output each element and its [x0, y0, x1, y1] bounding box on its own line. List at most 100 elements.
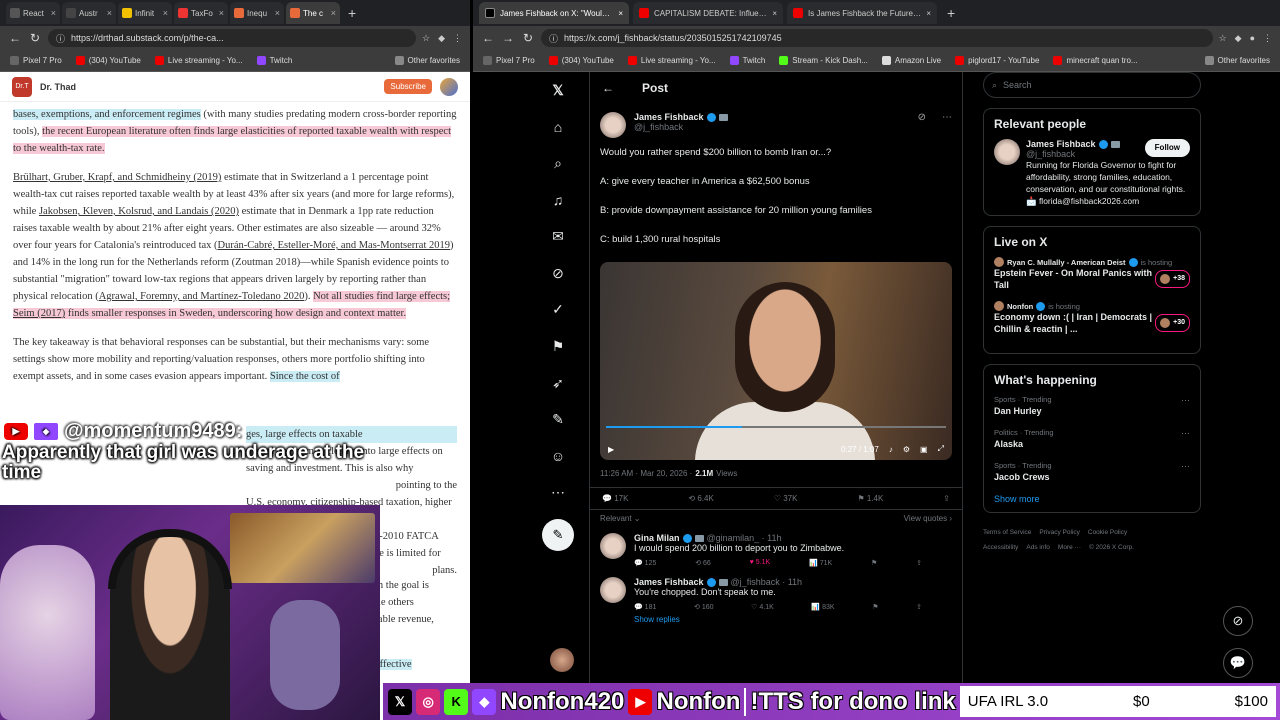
tab-infinit[interactable]: Infinit ×	[118, 2, 172, 24]
bookmark-kick[interactable]: Stream - Kick Dash...	[779, 56, 868, 65]
premium-icon[interactable]: ✓	[540, 292, 576, 329]
show-replies-link[interactable]: Show replies	[634, 615, 952, 624]
bookmark-pixel[interactable]: Pixel 7 Pro	[10, 56, 62, 65]
publication-logo[interactable]: Dr.T	[12, 76, 32, 97]
notifications-icon[interactable]: ♫	[540, 182, 576, 219]
grok-icon[interactable]: ⊘	[918, 112, 926, 123]
bookmark-live-streaming[interactable]: Live streaming - Yo...	[627, 56, 716, 65]
trend-item[interactable]: Politics · Trending Alaska ⋯	[994, 428, 1190, 449]
repost-count[interactable]: ⟲ 66	[695, 559, 711, 567]
more-options-icon[interactable]: ⋯	[942, 112, 952, 123]
views-count[interactable]: 📊 71K	[809, 559, 832, 567]
tab-fishback-future[interactable]: Is James Fishback the Future of th...×	[787, 2, 937, 24]
forward-icon[interactable]: →	[501, 31, 515, 45]
sort-replies-dropdown[interactable]: Relevant ⌄	[600, 514, 641, 523]
live-space-item[interactable]: Ryan C. Mullally - American Deist is host…	[994, 257, 1190, 291]
reply-count[interactable]: 💬 181	[634, 603, 656, 611]
home-icon[interactable]: ⌂	[540, 109, 576, 146]
bookmark-icon[interactable]: ⚑	[871, 559, 877, 567]
fullscreen-icon[interactable]: ⤢	[938, 444, 944, 454]
tab-react[interactable]: React ×	[6, 2, 60, 24]
close-icon[interactable]: ×	[219, 8, 224, 18]
bookmark-twitch[interactable]: Twitch	[729, 56, 765, 65]
views-count[interactable]: 📊 83K	[811, 603, 834, 611]
more-options-icon[interactable]: ⋯	[1181, 428, 1190, 439]
menu-icon[interactable]: ⋮	[453, 33, 462, 44]
tab-austr[interactable]: Austr ×	[62, 2, 116, 24]
share-icon[interactable]: ⇪	[916, 559, 922, 567]
play-icon[interactable]: ▶	[608, 445, 614, 454]
bookmark-pixel[interactable]: Pixel 7 Pro	[483, 56, 535, 65]
address-bar[interactable]: ⓘ https://drthad.substack.com/p/the-ca...	[48, 29, 416, 47]
reply-avatar[interactable]	[600, 577, 626, 603]
tab-taxfo[interactable]: TaxFo ×	[174, 2, 228, 24]
bookmark-button[interactable]: ⚑ 1.4K	[857, 494, 883, 503]
citation-link[interactable]: Brülhart, Gruber, Krapf, and Schmidheiny…	[13, 172, 221, 183]
bookmarks-icon[interactable]: ⚑	[540, 328, 576, 365]
profile-icon[interactable]: ☺	[540, 438, 576, 475]
more-options-icon[interactable]: ⋯	[1181, 395, 1190, 406]
like-count[interactable]: ♡ 4.1K	[751, 603, 774, 611]
bookmark-twitch[interactable]: Twitch	[256, 56, 292, 65]
explore-icon[interactable]: ⌕	[540, 145, 576, 182]
settings-icon[interactable]: ⚙	[903, 445, 910, 454]
close-icon[interactable]: ×	[163, 8, 168, 18]
x-logo-icon[interactable]: 𝕏	[540, 72, 576, 109]
address-bar[interactable]: ⓘ https://x.com/j_fishback/status/2035015…	[541, 29, 1213, 47]
bookmark-amazon-live[interactable]: Amazon Live	[881, 56, 941, 65]
repost-count[interactable]: ⟲ 160	[694, 603, 714, 611]
bookmark-piglord[interactable]: piglord17 - YouTube	[955, 56, 1039, 65]
close-icon[interactable]: ×	[331, 8, 336, 18]
account-avatar[interactable]	[550, 648, 574, 672]
share-icon[interactable]: ⇪	[916, 603, 922, 611]
citation-link[interactable]: Agrawal, Foremny, and Martínez-Toledano …	[99, 291, 305, 302]
back-icon[interactable]: ←	[8, 31, 22, 45]
back-arrow-icon[interactable]: ←	[602, 81, 614, 95]
menu-icon[interactable]: ⋮	[1263, 33, 1272, 44]
author-handle[interactable]: @j_fishback	[634, 122, 728, 132]
star-icon[interactable]: ☆	[1219, 33, 1227, 44]
close-icon[interactable]: ×	[926, 9, 931, 18]
citation-link[interactable]: Seim (2017)	[13, 308, 66, 319]
avatar[interactable]	[994, 139, 1020, 165]
back-icon[interactable]: ←	[481, 31, 495, 45]
reply-item[interactable]: James Fishback @j_fishback · 11h You're c…	[590, 571, 962, 624]
like-count[interactable]: ♥ 5.1K	[750, 559, 771, 567]
tab-the-case[interactable]: The c ×	[286, 2, 340, 24]
new-tab-icon[interactable]: +	[348, 5, 356, 21]
articles-icon[interactable]: ✎	[540, 401, 576, 438]
bookmark-icon[interactable]: ⚑	[872, 603, 878, 611]
extension-icon[interactable]: ◆	[1235, 33, 1242, 44]
tab-x-post[interactable]: James Fishback on X: "Would you ...×	[479, 2, 629, 24]
live-space-item[interactable]: Nonfon is hosting Economy down :( | Iran …	[994, 301, 1190, 335]
search-input[interactable]: ⌕ Search	[983, 72, 1201, 98]
show-more-link[interactable]: Show more	[994, 494, 1190, 504]
video-player[interactable]: ▶ 0:27 / 1:07 ♪ ⚙ ▣ ⤢	[600, 262, 952, 460]
bookmark-youtube[interactable]: (304) YouTube	[548, 56, 614, 65]
reply-item[interactable]: Gina Milan @ginamilan_ · 11h I would spen…	[590, 527, 962, 571]
view-quotes-link[interactable]: View quotes ›	[904, 514, 952, 523]
reply-avatar[interactable]	[600, 533, 626, 559]
pip-icon[interactable]: ▣	[920, 445, 928, 454]
bookmark-youtube[interactable]: (304) YouTube	[75, 56, 141, 65]
reload-icon[interactable]: ↻	[28, 31, 42, 45]
author-avatar[interactable]	[600, 112, 626, 138]
citation-link[interactable]: Durán-Cabré, Esteller-Moré, and Mas-Mont…	[218, 240, 450, 251]
messages-float-icon[interactable]: 💬	[1223, 648, 1253, 678]
extension-icon[interactable]: ◆	[438, 33, 445, 44]
subscribe-button[interactable]: Subscribe	[384, 79, 432, 94]
new-tab-icon[interactable]: +	[947, 5, 955, 21]
close-icon[interactable]: ×	[772, 9, 777, 18]
bookmark-minecraft[interactable]: minecraft quan tro...	[1053, 56, 1138, 65]
close-icon[interactable]: ×	[51, 8, 56, 18]
close-icon[interactable]: ×	[107, 8, 112, 18]
grok-icon[interactable]: ⊘	[540, 255, 576, 292]
reply-button[interactable]: 💬 17K	[602, 494, 628, 503]
extension-icon[interactable]: ●	[1250, 33, 1255, 44]
share-icon[interactable]: ⇪	[943, 494, 950, 503]
more-options-icon[interactable]: ⋯	[1181, 461, 1190, 472]
other-favorites[interactable]: Other favorites	[394, 56, 460, 65]
repost-button[interactable]: ⟲ 6.4K	[688, 494, 713, 503]
author-name[interactable]: James Fishback	[634, 112, 704, 122]
tab-capitalism-debate[interactable]: CAPITALISM DEBATE: Influencers d...×	[633, 2, 783, 24]
